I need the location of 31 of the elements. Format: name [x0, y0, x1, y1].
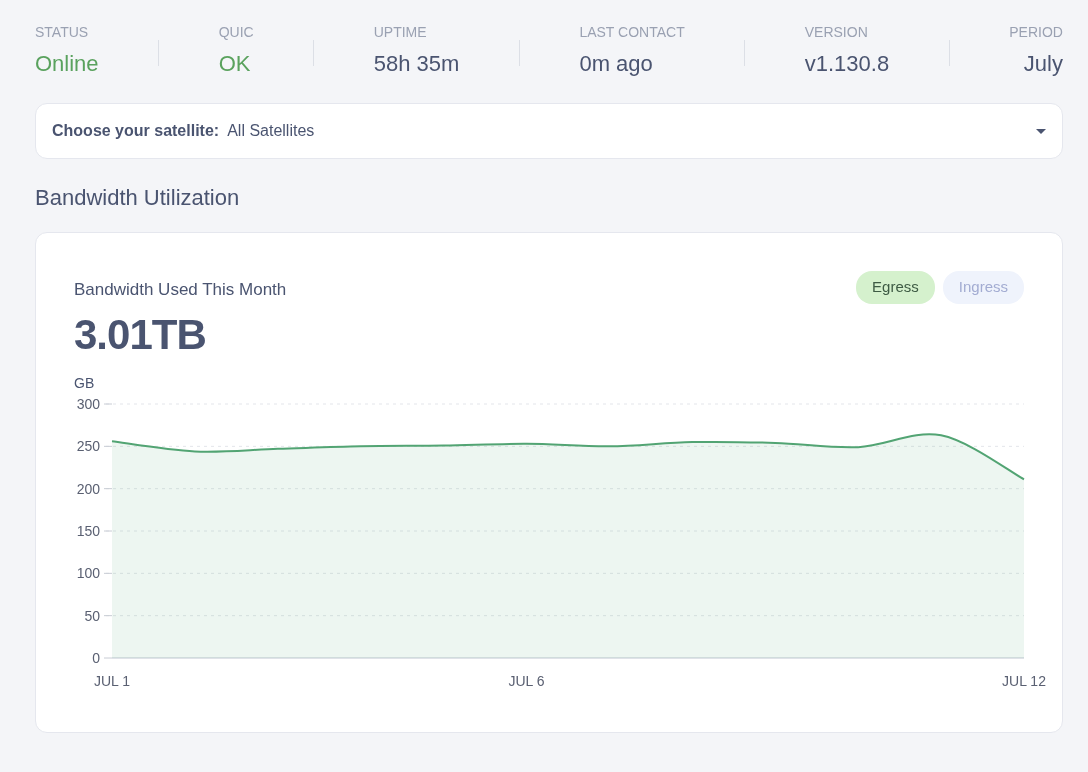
y-tick-label: 100 — [76, 564, 100, 581]
dropdown-value: All Satellites — [227, 121, 315, 141]
axis-unit: GB — [74, 374, 96, 391]
y-tick-label: 150 — [76, 522, 100, 539]
stat-value: 0m ago — [579, 50, 654, 78]
y-tick-label: 0 — [92, 649, 100, 666]
x-tick-label: JUL 12 — [1002, 672, 1046, 689]
caret-icon — [1036, 128, 1046, 134]
series-toggle[interactable]: Egress — [856, 271, 935, 304]
y-tick-label: 250 — [76, 437, 100, 454]
stat-value: 58h 35m — [373, 50, 460, 78]
y-tick-label: 200 — [76, 480, 100, 497]
y-tick-label: 300 — [76, 395, 100, 412]
dropdown-label: Choose your satellite: — [52, 121, 220, 141]
stat-value: OK — [218, 50, 252, 78]
stat-label: UPTIME — [373, 23, 428, 42]
stat-value: July — [1022, 50, 1063, 78]
stat-label: PERIOD — [1009, 23, 1063, 42]
satellite-dropdown[interactable]: Choose your satellite: All Satellites — [35, 103, 1063, 159]
stat-value: Online — [35, 50, 99, 78]
y-tick-label: 50 — [84, 607, 100, 624]
stat-value: v1.130.8 — [804, 50, 890, 78]
stat-label: STATUS — [35, 23, 90, 42]
stat-label: LAST CONTACT — [579, 23, 685, 42]
section-title: Bandwidth Utilization — [35, 184, 241, 212]
stat-label: QUIC — [218, 23, 254, 42]
card-title: Bandwidth Used This Month — [74, 279, 287, 301]
stat-label: VERSION — [804, 23, 869, 42]
x-tick-label: JUL 1 — [93, 672, 131, 689]
bandwidth-total: 3.01TB — [74, 310, 207, 359]
x-tick-label: JUL 6 — [508, 672, 545, 689]
